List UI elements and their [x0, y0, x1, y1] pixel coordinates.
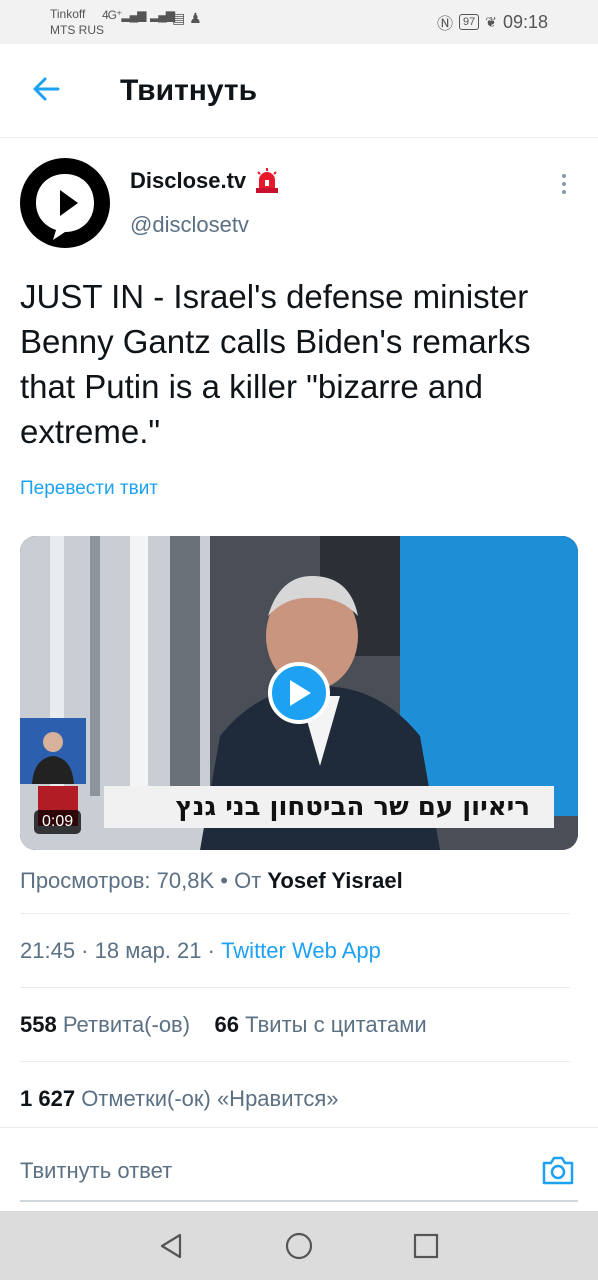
- carrier-name-1: Tinkoff: [50, 7, 86, 21]
- signal-icon: 4G⁺▂▄▆: [102, 8, 146, 22]
- divider: [20, 1061, 570, 1062]
- arrow-left-icon: [33, 77, 60, 101]
- timestamp-separator-2: ·: [201, 938, 222, 963]
- network-type-label: 4G⁺: [102, 8, 122, 22]
- video-player[interactable]: ריאיון עם שר הביטחון בני גנץ 0:09: [20, 536, 578, 850]
- quotes-count: 66: [214, 1012, 240, 1037]
- header: Твитнуть: [0, 44, 598, 138]
- carrier-info: Tinkoff MTS RUS: [50, 6, 104, 38]
- translate-link[interactable]: Перевести твит: [20, 478, 158, 500]
- system-nav-bar: [0, 1211, 598, 1280]
- status-bar: Tinkoff MTS RUS 4G⁺▂▄▆ ▂▄▆ ▤ ♟ Ⓝ 97 ❦ 09…: [0, 0, 598, 44]
- likes-count: 1 627: [20, 1086, 76, 1111]
- video-chyron: ריאיון עם שר הביטחון בני גנץ: [104, 786, 554, 828]
- likes-stat[interactable]: 1 627 Отметки(-ок) «Нравится»: [20, 1086, 339, 1112]
- views-from-label: От: [234, 868, 262, 893]
- author-name-row[interactable]: Disclose.tv: [130, 168, 280, 194]
- notification-icons: ▤ ♟: [172, 10, 202, 26]
- nfc-icon: Ⓝ: [436, 16, 453, 33]
- page-title: Твитнуть: [120, 74, 258, 107]
- timestamp-row: 21:45 · 18 мар. 21 · Twitter Web App: [20, 938, 381, 964]
- quotes-label: Твиты с цитатами: [245, 1012, 427, 1037]
- play-button[interactable]: [268, 662, 330, 724]
- stats-row: 558 Ретвита(-ов) 66 Твиты с цитатами: [20, 1012, 427, 1038]
- disclose-logo-icon: [36, 174, 94, 240]
- carrier-name-2: MTS RUS: [50, 23, 104, 37]
- nav-home-button[interactable]: [284, 1231, 314, 1261]
- retweets-label: Ретвита(-ов): [62, 1012, 191, 1037]
- camera-button[interactable]: [540, 1152, 576, 1188]
- views-separator: •: [214, 868, 235, 893]
- views-row: Просмотров: 70,8K • От Yosef Yisrael: [20, 868, 403, 894]
- reply-input[interactable]: Твитнуть ответ: [20, 1158, 172, 1184]
- likes-label: Отметки(-ок) «Нравится»: [81, 1086, 339, 1111]
- reply-underline: [20, 1200, 578, 1202]
- retweets-stat[interactable]: 558 Ретвита(-ов): [20, 1012, 190, 1037]
- back-button[interactable]: [30, 72, 64, 106]
- timestamp-separator-1: ·: [75, 938, 95, 963]
- nav-recents-square-icon: [413, 1233, 439, 1259]
- avatar[interactable]: [20, 158, 110, 248]
- status-right: Ⓝ 97 ❦ 09:18: [437, 10, 548, 34]
- client-link[interactable]: Twitter Web App: [221, 938, 381, 963]
- more-options-icon[interactable]: [556, 172, 572, 196]
- nav-home-circle-icon: [285, 1232, 313, 1260]
- video-duration: 0:09: [34, 810, 82, 834]
- author-name[interactable]: Disclose.tv: [130, 168, 246, 194]
- sign-language-interpreter-icon: [32, 732, 74, 784]
- nav-back-triangle-icon: [160, 1233, 182, 1259]
- reply-bar: Твитнуть ответ: [0, 1127, 598, 1211]
- author-handle[interactable]: @disclosetv: [130, 212, 249, 238]
- sign-language-inset: [20, 718, 86, 784]
- views-source-link[interactable]: Yosef Yisrael: [267, 868, 402, 893]
- divider: [20, 987, 570, 988]
- signal-2-icon: ▂▄▆: [150, 8, 175, 22]
- clock: 09:18: [502, 11, 548, 32]
- retweets-count: 558: [20, 1012, 57, 1037]
- tweet-text: JUST IN - Israel's defense minister Benn…: [20, 278, 531, 450]
- nav-back-button[interactable]: [156, 1231, 186, 1261]
- tweet-time: 21:45: [20, 938, 76, 963]
- play-icon: [290, 680, 311, 706]
- siren-emoji-icon: [256, 168, 279, 193]
- tweet-date: 18 мар. 21: [94, 938, 202, 963]
- camera-icon: [542, 1156, 574, 1185]
- battery-icon: 97: [458, 14, 480, 30]
- divider: [20, 913, 570, 914]
- leaf-icon: ❦: [485, 13, 497, 30]
- views-count: Просмотров: 70,8K: [20, 868, 215, 893]
- quotes-stat[interactable]: 66 Твиты с цитатами: [215, 1012, 427, 1037]
- nav-recents-button[interactable]: [411, 1231, 441, 1261]
